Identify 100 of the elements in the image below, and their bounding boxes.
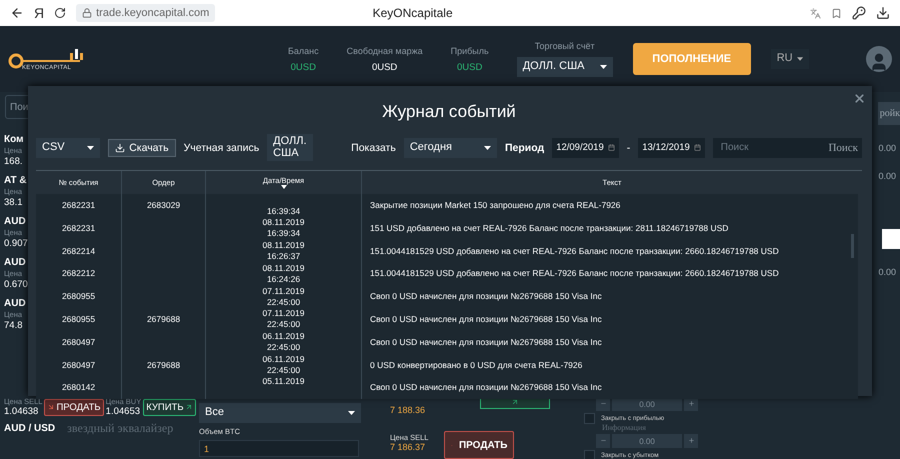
event-text: Закрытие позиции Market 150 запрошено для счета REAL-7926 [370, 200, 620, 211]
time-text: 16:26:37 [266, 251, 300, 262]
event-number: 2682212 [62, 268, 96, 280]
date-to-field[interactable]: 13/12/2019 [638, 138, 705, 158]
translate-icon[interactable] [810, 8, 821, 18]
date-text: 07.11.2019 [262, 308, 304, 320]
search-button[interactable]: Поиск [828, 142, 858, 154]
format-select[interactable]: CSV [36, 138, 100, 158]
price-value: 0.670 [4, 279, 28, 290]
instrument-name: AUD [4, 298, 26, 309]
sell-button[interactable]: ПРОДАТЬ [444, 431, 514, 459]
minus-button[interactable] [596, 434, 610, 448]
sell-price: 7 186.37 [390, 442, 426, 452]
show-select[interactable]: Сегодня [404, 138, 497, 158]
key-logo-icon [8, 47, 84, 69]
search-field[interactable]: Поиск Поиск [712, 138, 862, 158]
event-number: 2682231 [62, 222, 96, 234]
sell-button[interactable]: ПРОДАТЬ [44, 398, 104, 416]
back-icon[interactable] [10, 6, 24, 20]
event-text: 151 USD добавлено на счет REAL-7926 Баланс после транзакции: 2811.18246719788 USD [370, 222, 728, 234]
instrument-name: AT & [4, 175, 27, 186]
settings-button[interactable]: ройк [878, 102, 900, 125]
stop-loss-checkbox[interactable] [584, 450, 595, 459]
order-number: 2683029 [146, 200, 180, 211]
event-text: Своп 0 USD начислен для позиции №2679688 150 Visa Inc [370, 314, 602, 325]
time-text: 22:45:00 [266, 296, 300, 308]
event-text: Своп 0 USD начислен для позиции №2679688 150 Visa Inc [370, 382, 602, 394]
plus-icon [688, 437, 694, 444]
price-value: 38.1 [4, 197, 22, 208]
sell-price: 1.04638 [4, 406, 40, 417]
amount-value: 0.00 [878, 171, 897, 181]
event-text: 151.0044181529 USD добавлено на счет REAL-7926 Баланс после транзакции: 2660.18246719788 USD [370, 246, 779, 257]
account-label: Учетная запись [184, 142, 260, 154]
event-text: Своп 0 USD начислен для позиции №2679688 150 Visa Inc [370, 336, 602, 348]
account-select[interactable]: ДОЛЛ. США [516, 57, 613, 77]
account-select[interactable]: ДОЛЛ. США [267, 134, 314, 162]
download-button[interactable]: Скачать [108, 138, 176, 157]
amount-value: 0.00 [878, 267, 897, 277]
caret-icon [484, 146, 491, 150]
plus-icon [688, 400, 694, 407]
take-profit-checkbox[interactable] [584, 413, 595, 424]
reload-icon[interactable] [54, 7, 66, 19]
event-number: 2680497 [62, 336, 96, 348]
instrument-name: AUD / USD [4, 423, 56, 434]
time-text: 16:24:26 [266, 274, 300, 285]
download-icon[interactable] [876, 6, 890, 20]
period-label: Период [504, 142, 544, 154]
buy-button[interactable]: КУПИТЬ [143, 398, 196, 416]
time-text: 16:39:34 [266, 206, 300, 217]
event-number: 2680142 [62, 382, 96, 394]
time-text: 22:45:00 [266, 319, 300, 330]
browser-logo[interactable]: Я [34, 5, 44, 21]
minus-icon [600, 400, 606, 407]
bookmark-icon[interactable] [831, 8, 842, 18]
amount-value: 0.00 [878, 143, 897, 153]
event-text: 151.0044181529 USD добавлено на счет REAL-7926 Баланс после транзакции: 2660.18246719788 USD [370, 268, 779, 280]
calendar-icon [608, 144, 615, 152]
stat-label: Свободная маржа [346, 46, 423, 56]
event-text: 0 USD конвертировано в 0 USD для счета REAL-7926 [370, 360, 582, 371]
volume-field[interactable]: 1 [199, 440, 359, 457]
caret-icon [600, 65, 607, 69]
buy-price: 1.04653 [106, 406, 142, 417]
buy-price: 7 188.36 [390, 405, 426, 415]
date-text: 08.11.2019 [262, 217, 304, 228]
stat-value: 0USD [456, 62, 482, 72]
caret-icon [87, 146, 94, 150]
language-select[interactable]: RU [770, 49, 809, 69]
show-label: Показать [351, 142, 396, 154]
date-from-field[interactable]: 12/09/2019 [552, 138, 619, 158]
plus-button[interactable] [684, 434, 698, 448]
key-icon[interactable] [852, 6, 866, 20]
stat-label: Прибыль [450, 46, 489, 56]
input-field[interactable] [882, 229, 900, 249]
date-text: 08.11.2019 [262, 240, 304, 252]
overlay-text: звездный эквалайзер [67, 421, 174, 436]
event-number: 2680497 [62, 360, 96, 371]
instrument-name: AUD [4, 216, 26, 227]
price-value: 74.8 [4, 320, 22, 331]
event-text: Своп 0 USD начислен для позиции №2679688 150 Visa Inc [370, 291, 602, 302]
price-value: 0.907 [4, 238, 28, 249]
date-text: 07.11.2019 [262, 286, 304, 297]
scrollbar [851, 234, 854, 258]
caret-icon [348, 411, 355, 415]
price-value: 168. [4, 156, 22, 167]
minus-icon [600, 437, 606, 444]
event-number: 2682214 [62, 246, 96, 257]
address-field[interactable]: trade.keyoncapital.com [76, 4, 216, 22]
order-number: 2679688 [146, 314, 180, 325]
caret-icon [796, 57, 803, 61]
download-icon [115, 142, 126, 153]
type-select[interactable]: Все [199, 403, 361, 423]
date-separator: - [626, 142, 630, 154]
event-number: 2680955 [62, 314, 96, 325]
dialog-title: Журнал событий [381, 102, 517, 122]
event-number: 2682231 [62, 200, 96, 211]
lock-icon [82, 8, 92, 18]
avatar-icon[interactable] [866, 46, 892, 72]
stat-value: 0USD [372, 62, 398, 72]
time-text: 22:45:00 [266, 365, 300, 376]
date-text: 05.11.2019 [262, 376, 304, 388]
